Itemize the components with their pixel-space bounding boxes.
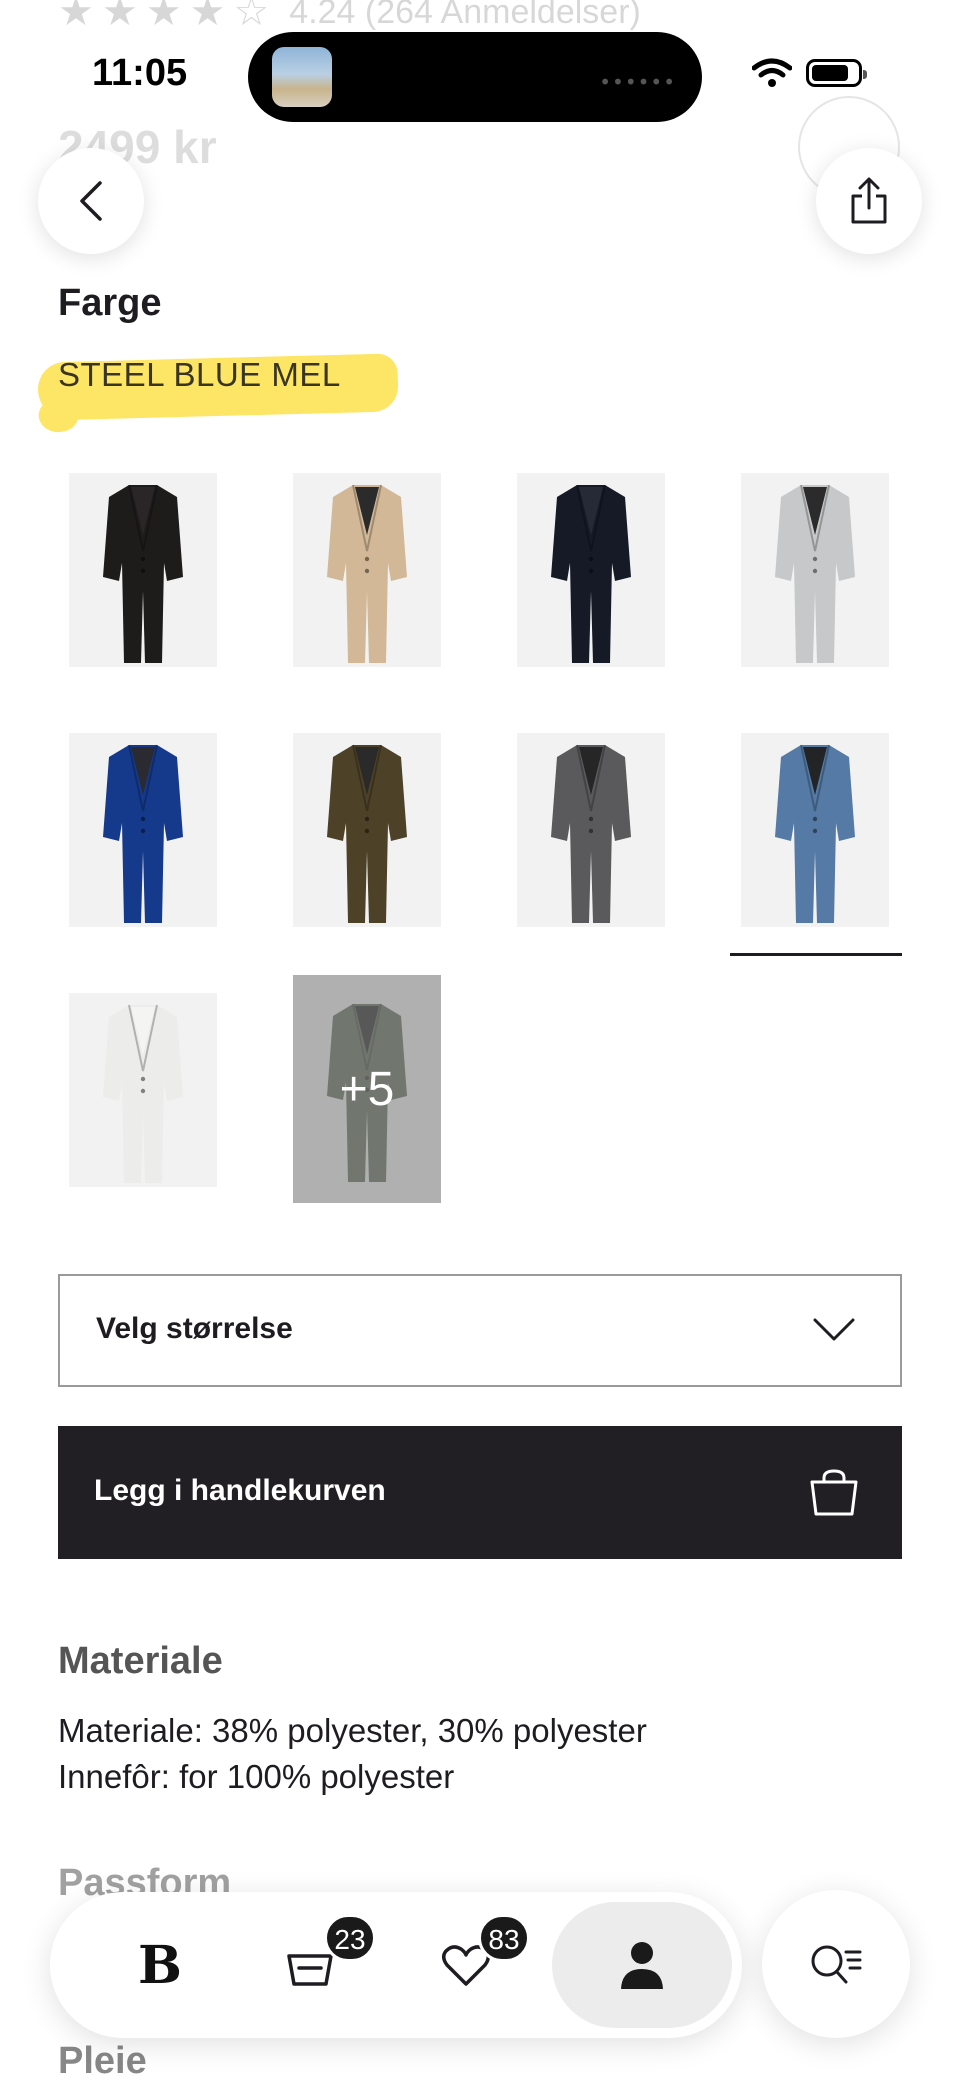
- star-icon: ★: [189, 0, 226, 35]
- more-colors-label: +5: [293, 975, 441, 1203]
- ghost-rating: ★ ★ ★ ★ ☆ 4.24 (264 Anmeldelser): [58, 0, 641, 32]
- color-swatch[interactable]: [293, 473, 441, 667]
- selected-color-name: STEEL BLUE MEL: [58, 356, 341, 393]
- chevron-left-icon: [80, 181, 102, 221]
- suit-image: [293, 733, 441, 927]
- back-button[interactable]: [38, 148, 144, 254]
- star-icon: ★: [145, 0, 182, 35]
- bottom-tab-bar: B 23 83: [50, 1892, 742, 2038]
- color-swatch[interactable]: [517, 473, 665, 667]
- size-select[interactable]: Velg størrelse: [58, 1274, 902, 1387]
- tab-home[interactable]: B: [90, 1892, 230, 2038]
- size-select-label: Velg størrelse: [96, 1312, 293, 1345]
- brand-logo: B: [138, 1934, 182, 1996]
- search-list-icon: [811, 1945, 862, 1984]
- color-swatch[interactable]: [69, 473, 217, 667]
- material-text: Materiale: 38% polyester, 30% polyester: [58, 1712, 647, 1749]
- star-icon: ★: [58, 0, 94, 35]
- wishlist-count-badge: 83: [478, 1914, 530, 1962]
- share-icon: [851, 177, 887, 224]
- add-to-cart-button[interactable]: Legg i handlekurven: [58, 1426, 902, 1559]
- search-filter-button[interactable]: [762, 1890, 910, 2038]
- cart-count-badge: 23: [324, 1914, 376, 1962]
- status-icons: [752, 58, 867, 88]
- suit-image: [69, 473, 217, 667]
- selected-swatch-indicator: [730, 953, 902, 956]
- battery-icon: [806, 59, 867, 87]
- rating-text: 4.24 (264 Anmeldelser): [289, 0, 641, 31]
- suit-image: [517, 473, 665, 667]
- status-time: 11:05: [92, 52, 188, 94]
- suit-image: [69, 733, 217, 927]
- tab-wishlist[interactable]: 83: [406, 1892, 530, 2038]
- now-playing-thumbnail: [272, 47, 332, 107]
- suit-image: [69, 993, 217, 1187]
- color-swatch[interactable]: [293, 733, 441, 927]
- color-swatch[interactable]: [517, 733, 665, 927]
- audio-indicator-icon: ••••••: [599, 70, 676, 94]
- care-heading: Pleie: [58, 2040, 147, 2082]
- chevron-down-icon: [813, 1318, 855, 1341]
- suit-image: [741, 473, 889, 667]
- suit-image: [293, 473, 441, 667]
- color-swatch-selected[interactable]: [741, 733, 889, 927]
- material-heading: Materiale: [58, 1640, 223, 1682]
- star-icon: ★: [101, 0, 138, 35]
- dynamic-island[interactable]: ••••••: [248, 32, 702, 122]
- add-to-cart-label: Legg i handlekurven: [94, 1474, 386, 1507]
- shopping-bag-icon: [810, 1469, 858, 1516]
- suit-image: [741, 733, 889, 927]
- wifi-icon: [752, 58, 792, 87]
- more-colors-swatch[interactable]: +5: [293, 975, 441, 1203]
- share-button[interactable]: [816, 148, 922, 254]
- color-swatch[interactable]: [69, 733, 217, 927]
- color-swatch[interactable]: [741, 473, 889, 667]
- star-icon: ☆: [233, 0, 270, 35]
- color-heading: Farge: [58, 282, 162, 324]
- suit-image: [517, 733, 665, 927]
- color-swatch[interactable]: [69, 993, 217, 1187]
- tab-profile[interactable]: [552, 1902, 732, 2028]
- lining-text: Innefôr: for 100% polyester: [58, 1758, 455, 1795]
- tab-cart[interactable]: 23: [250, 1892, 376, 2038]
